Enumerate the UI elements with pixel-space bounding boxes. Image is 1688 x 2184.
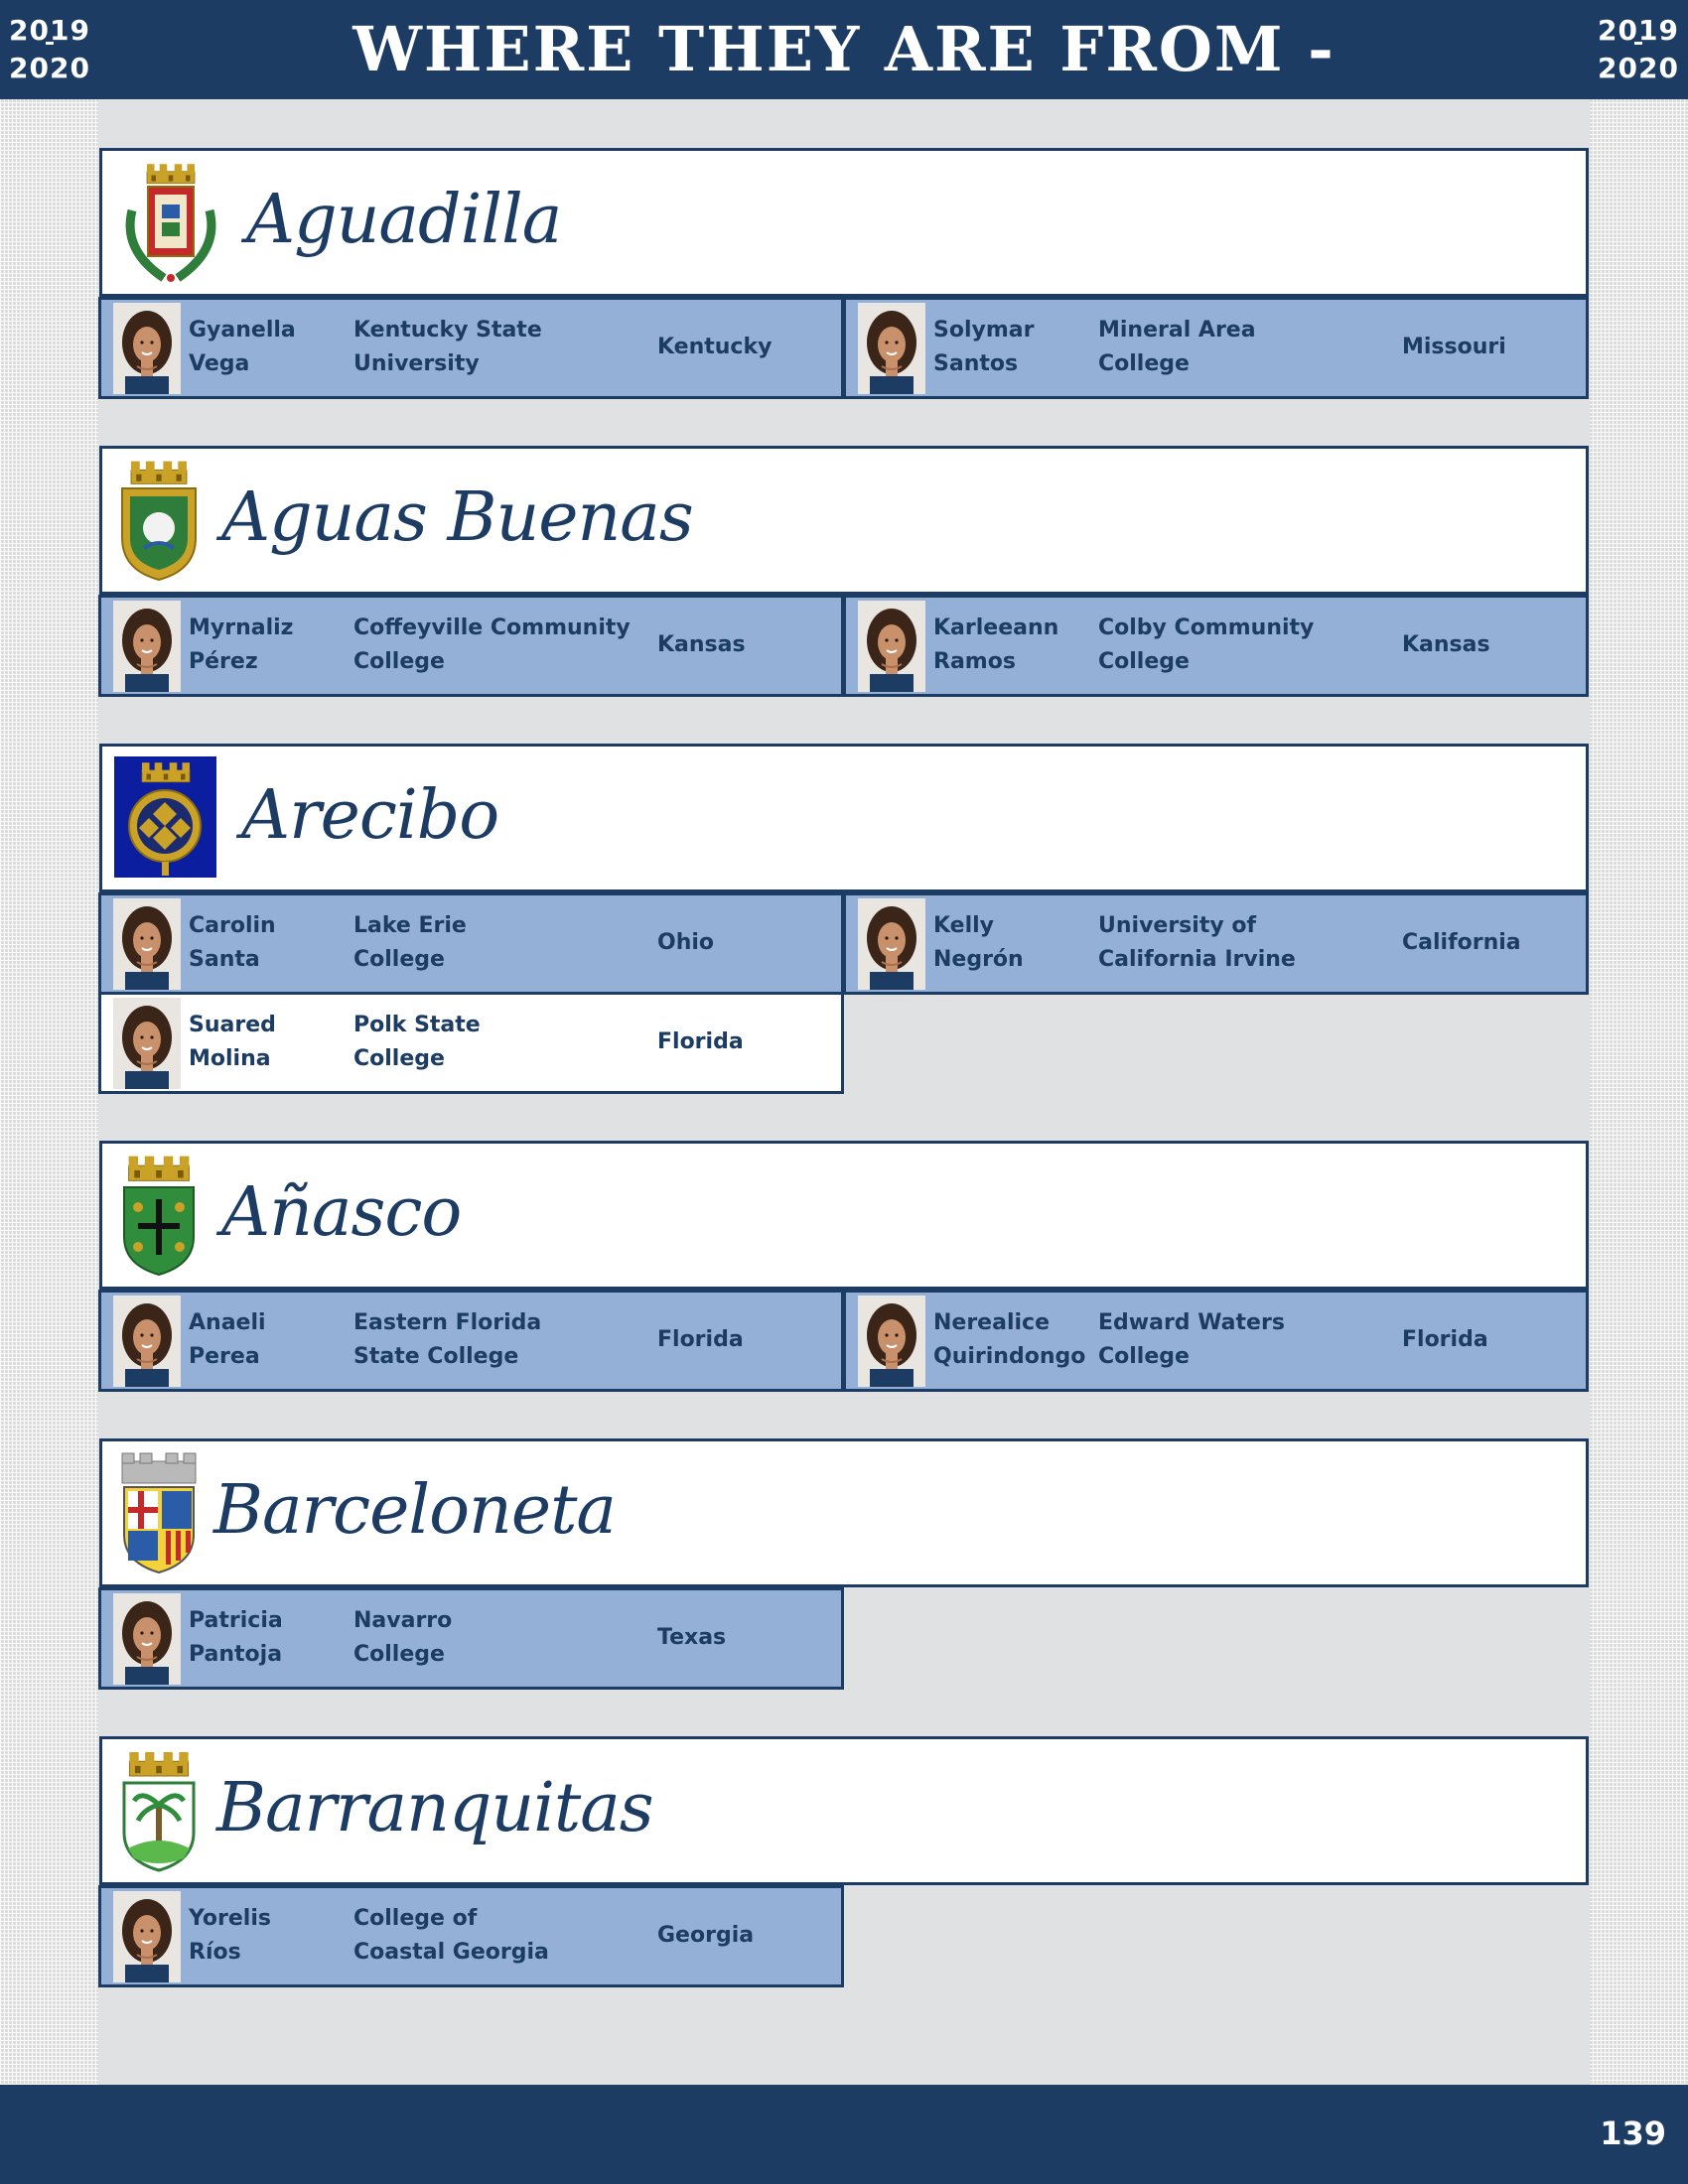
player-state: Missouri bbox=[1402, 335, 1506, 359]
player-name: Anaeli Perea bbox=[189, 1310, 266, 1369]
player-photo bbox=[113, 998, 181, 1089]
town-header: Añasco bbox=[99, 1141, 1589, 1290]
player-name: Solymar Santos bbox=[933, 318, 1035, 376]
player-state: Florida bbox=[1402, 1327, 1488, 1352]
season-dash bbox=[1634, 42, 1642, 45]
player-state: Kansas bbox=[1402, 632, 1490, 657]
player-photo bbox=[113, 1593, 181, 1685]
player-photo bbox=[858, 1296, 925, 1387]
anasco-crest-icon bbox=[123, 1156, 195, 1277]
player-state: Ohio bbox=[657, 930, 715, 955]
player-card: Carolin Santa Lake Erie College Ohio bbox=[98, 892, 844, 995]
player-college: Colby Community College bbox=[1098, 615, 1315, 674]
player-photo bbox=[113, 303, 181, 394]
town-header: Aguas Buenas bbox=[99, 446, 1589, 595]
aguadilla-crest-icon bbox=[125, 163, 216, 282]
page-header: 2019 2020 WHERE THEY ARE FROM - HOMETOWN… bbox=[0, 0, 1688, 161]
player-college: Mineral Area College bbox=[1098, 318, 1256, 376]
player-college: Polk State College bbox=[353, 1013, 481, 1071]
player-name: Suared Molina bbox=[189, 1013, 276, 1071]
player-name: Nerealice Quirindongo bbox=[933, 1310, 1086, 1369]
player-state: Texas bbox=[657, 1625, 727, 1650]
town-name: Aguas Buenas bbox=[221, 478, 694, 557]
page-footer: 139 bbox=[0, 2085, 1688, 2184]
player-college: Eastern Florida State College bbox=[353, 1310, 542, 1369]
player-college: University of California Irvine bbox=[1098, 913, 1296, 972]
town-header: Arecibo bbox=[99, 744, 1589, 892]
town-name: Barranquitas bbox=[216, 1769, 654, 1847]
player-card: Gyanella Vega Kentucky State University Ke… bbox=[98, 297, 844, 399]
player-card: Yorelis Ríos College of Coastal Georgia Ge… bbox=[98, 1885, 844, 1987]
player-card: Solymar Santos Mineral Area College Missou… bbox=[843, 297, 1589, 399]
arecibo-crest-icon bbox=[114, 756, 216, 878]
player-state: Kentucky bbox=[657, 335, 773, 359]
player-card: Patricia Pantoja Navarro College Texas bbox=[98, 1587, 844, 1690]
player-name: Yorelis Ríos bbox=[189, 1906, 271, 1965]
player-name: Gyanella Vega bbox=[189, 318, 296, 376]
player-state: Florida bbox=[657, 1029, 744, 1054]
town-name: Aguadilla bbox=[246, 181, 562, 259]
aguas-buenas-crest-icon bbox=[121, 461, 197, 582]
player-state: Florida bbox=[657, 1327, 744, 1352]
player-card: Karleeann Ramos Colby Community College Ka… bbox=[843, 595, 1589, 697]
player-card: Nerealice Quirindongo Edward Waters Colleg… bbox=[843, 1290, 1589, 1392]
player-college: Kentucky State University bbox=[353, 318, 542, 376]
town-header: Barceloneta bbox=[99, 1438, 1589, 1587]
season-label-right: 2019 2020 bbox=[1598, 14, 1679, 84]
season-dash bbox=[46, 42, 54, 45]
player-state: California bbox=[1402, 930, 1521, 955]
player-name: Karleeann Ramos bbox=[933, 615, 1059, 674]
barranquitas-crest-icon bbox=[122, 1751, 196, 1872]
player-state: Kansas bbox=[657, 632, 746, 657]
player-college: Edward Waters College bbox=[1098, 1310, 1285, 1369]
player-photo bbox=[113, 898, 181, 990]
player-college: Navarro College bbox=[353, 1608, 453, 1667]
player-card: Anaeli Perea Eastern Florida State College… bbox=[98, 1290, 844, 1392]
town-header: Aguadilla bbox=[99, 148, 1589, 297]
town-header: Barranquitas bbox=[99, 1736, 1589, 1885]
town-name: Barceloneta bbox=[213, 1471, 617, 1550]
player-card: Myrnaliz Pérez Coffeyville Community Colle… bbox=[98, 595, 844, 697]
player-card: Kelly Negrón University of California Irvi… bbox=[843, 892, 1589, 995]
player-state: Georgia bbox=[657, 1923, 755, 1948]
player-name: Patricia Pantoja bbox=[189, 1608, 283, 1667]
player-photo bbox=[113, 601, 181, 692]
page-number: 139 bbox=[1600, 2115, 1666, 2152]
player-photo bbox=[113, 1296, 181, 1387]
player-card: Suared Molina Polk State College Florida bbox=[98, 992, 844, 1094]
player-photo bbox=[113, 1891, 181, 1982]
player-photo bbox=[858, 303, 925, 394]
player-college: College of Coastal Georgia bbox=[353, 1906, 549, 1965]
player-name: Carolin Santa bbox=[189, 913, 276, 972]
player-name: Myrnaliz Pérez bbox=[189, 615, 294, 674]
player-photo bbox=[858, 601, 925, 692]
town-name: Añasco bbox=[221, 1173, 462, 1252]
player-photo bbox=[858, 898, 925, 990]
town-name: Arecibo bbox=[241, 776, 499, 855]
barceloneta-crest-icon bbox=[121, 1452, 197, 1574]
player-college: Lake Erie College bbox=[353, 913, 467, 972]
player-name: Kelly Negrón bbox=[933, 913, 1024, 972]
player-college: Coffeyville Community College bbox=[353, 615, 631, 674]
season-label-left: 2019 2020 bbox=[9, 14, 90, 84]
hometown-content: Aguadilla Gyanella Vega Kentucky State Uni… bbox=[98, 99, 1590, 2085]
